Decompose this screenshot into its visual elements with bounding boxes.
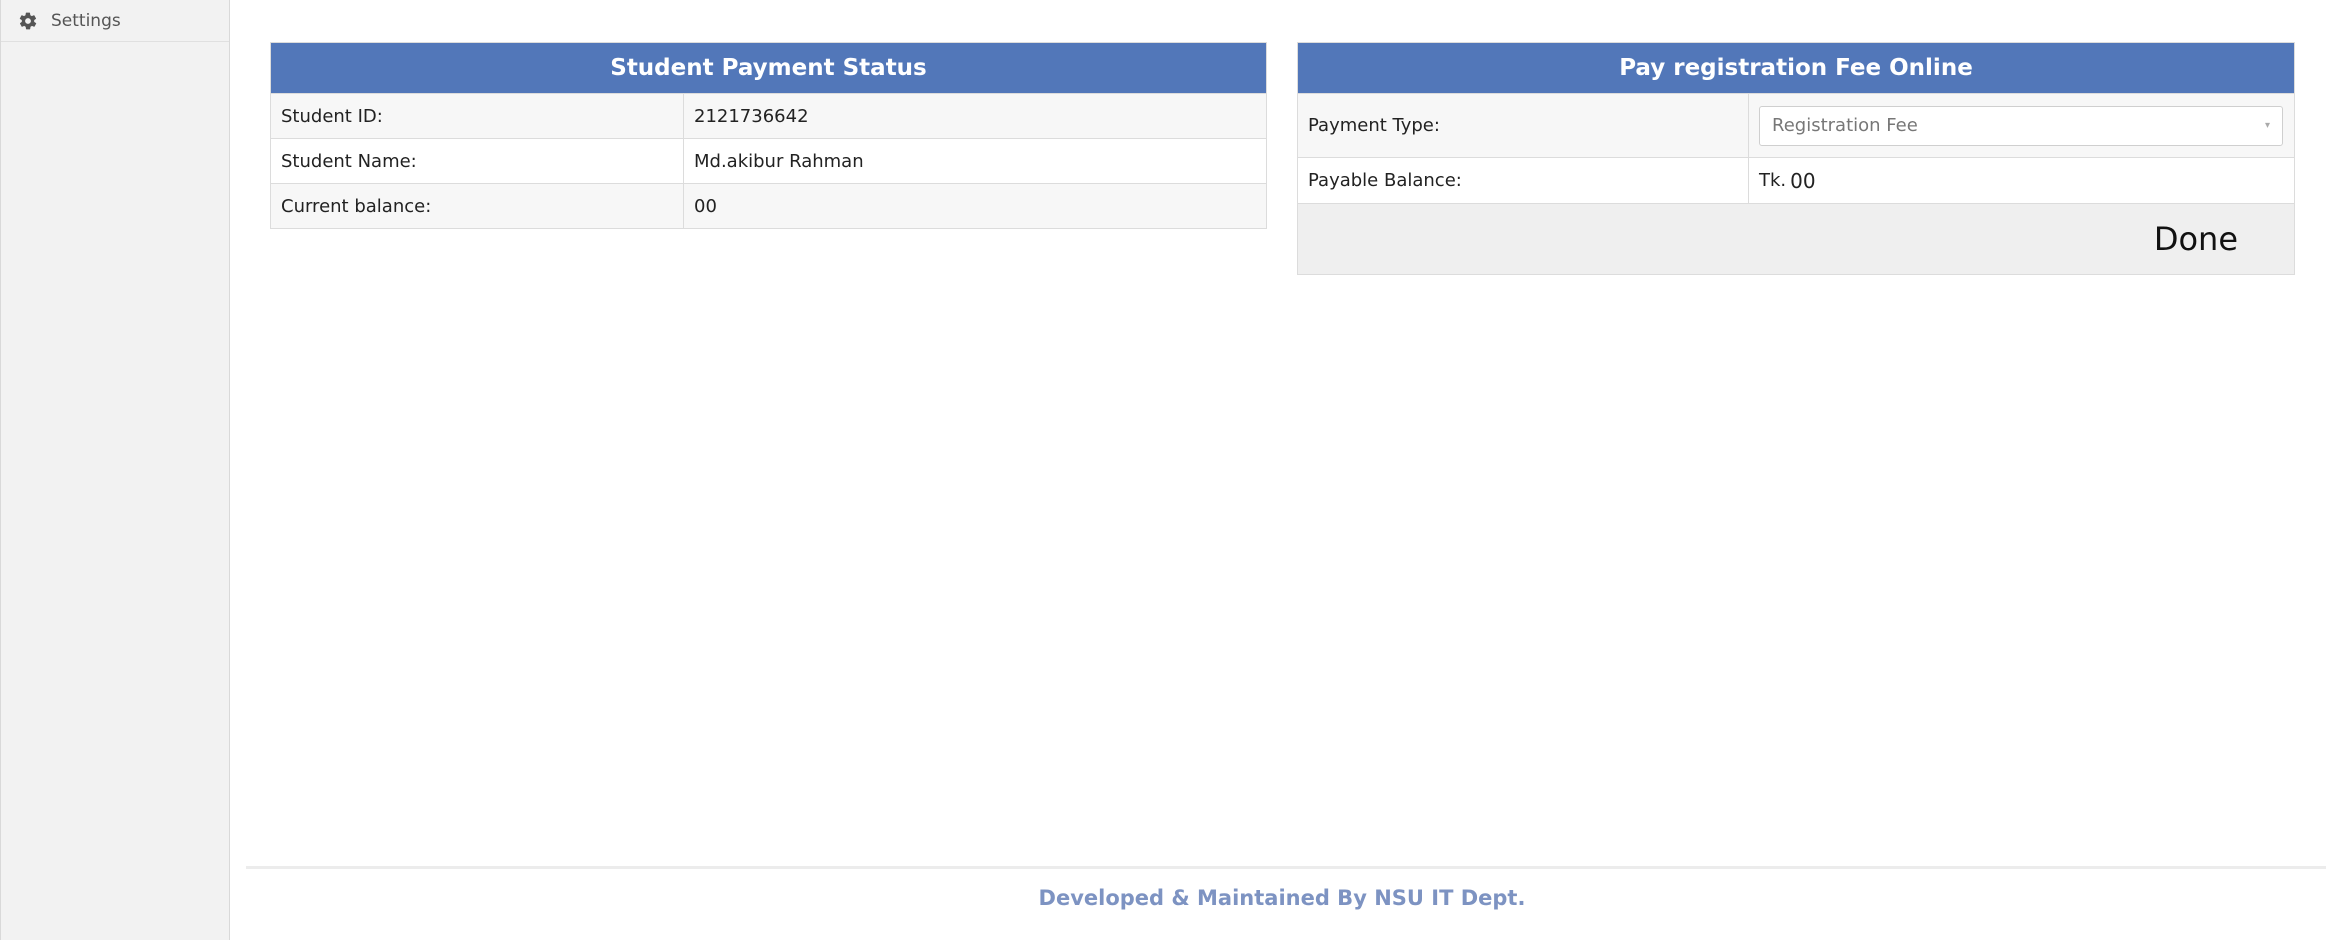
footer-credit: Developed & Maintained By NSU IT Dept.: [1038, 886, 1526, 910]
payable-amount: 00: [1790, 168, 1816, 193]
table-row: Payable Balance: Tk. 00: [1298, 157, 2294, 203]
student-id-label: Student ID:: [271, 94, 684, 138]
sidebar-item-settings[interactable]: Settings: [1, 0, 229, 42]
current-balance-label: Current balance:: [271, 184, 684, 228]
student-id-value: 2121736642: [694, 105, 809, 127]
pay-registration-fee-panel: Pay registration Fee Online Payment Type…: [1297, 42, 2295, 275]
done-button[interactable]: Done: [2148, 219, 2244, 259]
payment-type-select[interactable]: Registration Fee ▾: [1759, 105, 2283, 146]
footer-divider: [246, 866, 2326, 869]
student-payment-status-panel: Student Payment Status Student ID: 21217…: [270, 42, 1267, 229]
table-row: Current balance: 00: [271, 183, 1266, 228]
payment-type-cell: Registration Fee ▾: [1749, 94, 2294, 157]
panel-title: Student Payment Status: [271, 43, 1266, 93]
gear-icon: [17, 10, 39, 32]
currency-label: Tk.: [1759, 170, 1787, 191]
sidebar: Settings: [0, 0, 230, 940]
chevron-down-icon: ▾: [2264, 120, 2270, 131]
table-row: Payment Type: Registration Fee ▾: [1298, 93, 2294, 157]
table-row: Student Name: Md.akibur Rahman: [271, 138, 1266, 183]
current-balance-value: 00: [694, 195, 717, 217]
table-row: Student ID: 2121736642: [271, 93, 1266, 138]
student-name-label: Student Name:: [271, 139, 684, 183]
panel-actions: Done: [1298, 203, 2294, 274]
panel-title: Pay registration Fee Online: [1298, 43, 2294, 93]
payment-type-selected: Registration Fee: [1772, 115, 1918, 136]
payment-type-label: Payment Type:: [1298, 94, 1749, 157]
payable-balance-label: Payable Balance:: [1298, 158, 1749, 203]
payable-balance-value: Tk. 00: [1749, 158, 2294, 203]
sidebar-item-label: Settings: [51, 10, 121, 31]
student-name-value: Md.akibur Rahman: [694, 150, 864, 172]
